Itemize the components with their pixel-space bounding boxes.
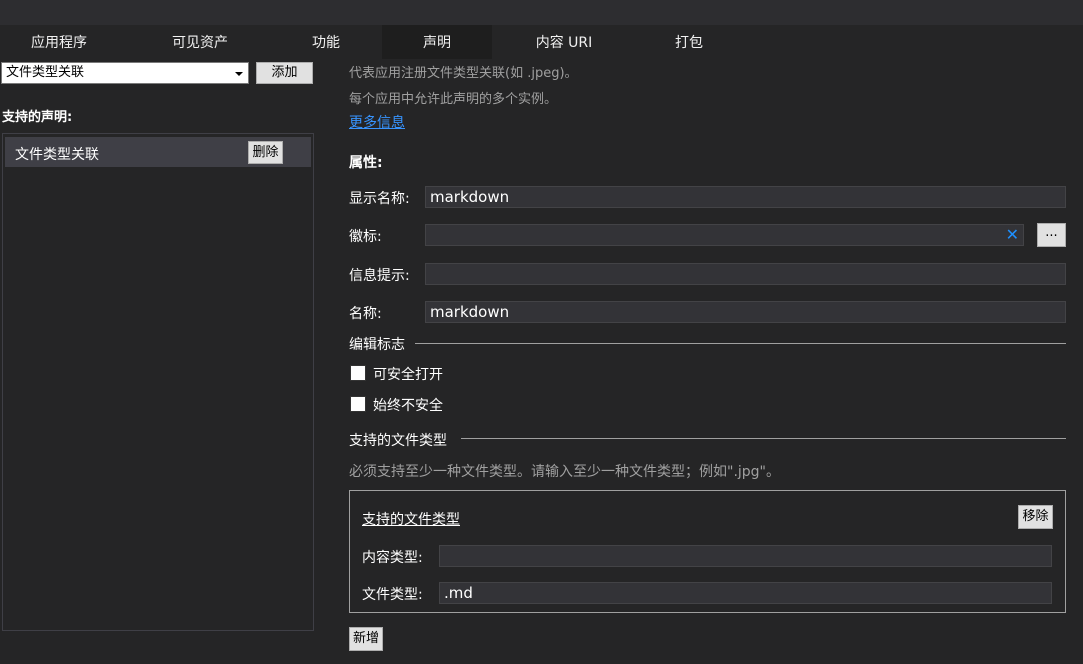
tab-content-uris[interactable]: 内容 URI <box>504 25 624 59</box>
content-type-field[interactable] <box>439 545 1052 567</box>
always-unsafe-label: 始终不安全 <box>373 398 443 414</box>
list-item[interactable]: 文件类型关联 删除 <box>5 137 311 167</box>
tab-strip: 应用程序 可见资产 功能 声明 内容 URI 打包 <box>0 25 1083 59</box>
chevron-down-icon <box>235 72 243 76</box>
display-name-field[interactable]: markdown <box>425 186 1066 208</box>
properties-title: 属性: <box>349 155 383 171</box>
file-type-field[interactable]: .md <box>439 582 1052 604</box>
supported-declarations-list: 文件类型关联 删除 <box>2 133 314 631</box>
open-is-safe-label: 可安全打开 <box>373 367 443 383</box>
content-type-label: 内容类型: <box>362 550 423 566</box>
tab-packaging[interactable]: 打包 <box>644 25 734 59</box>
supported-file-types-divider <box>461 438 1066 439</box>
supported-declarations-title: 支持的声明: <box>2 110 73 125</box>
edit-flags-title: 编辑标志 <box>349 337 405 353</box>
title-bar <box>0 0 1083 25</box>
always-unsafe-checkbox[interactable] <box>350 396 366 412</box>
tab-application[interactable]: 应用程序 <box>0 25 118 59</box>
name-label: 名称: <box>349 306 382 322</box>
name-field[interactable]: markdown <box>425 301 1066 323</box>
open-is-safe-checkbox[interactable] <box>350 365 366 381</box>
remove-button[interactable]: 移除 <box>1018 505 1053 529</box>
file-type-entry-title: 支持的文件类型 <box>362 512 460 528</box>
file-type-entry: 支持的文件类型 移除 内容类型: 文件类型: .md <box>349 490 1066 613</box>
declaration-label: 文件类型关联 <box>15 147 99 163</box>
description-line-1: 代表应用注册文件类型关联(如 .jpeg)。 <box>349 66 578 81</box>
tab-declarations[interactable]: 声明 <box>382 25 492 59</box>
delete-button[interactable]: 删除 <box>248 141 283 164</box>
select-value: 文件类型关联 <box>6 65 85 80</box>
supported-file-types-title: 支持的文件类型 <box>349 433 447 449</box>
info-tip-field[interactable] <box>425 263 1066 285</box>
supported-file-types-hint: 必须支持至少一种文件类型。请输入至少一种文件类型；例如".jpg"。 <box>349 464 780 480</box>
logo-field[interactable]: ✕ <box>425 224 1024 246</box>
display-name-label: 显示名称: <box>349 191 410 207</box>
available-declarations-select[interactable]: 文件类型关联 <box>1 62 249 84</box>
tab-visual-assets[interactable]: 可见资产 <box>130 25 270 59</box>
more-info-link[interactable]: 更多信息 <box>349 112 405 132</box>
add-new-button[interactable]: 新增 <box>349 627 383 651</box>
tab-capabilities[interactable]: 功能 <box>286 25 366 59</box>
edit-flags-divider <box>415 343 1066 344</box>
clear-icon[interactable]: ✕ <box>1006 226 1019 244</box>
description-line-2: 每个应用中允许此声明的多个实例。 <box>349 92 558 107</box>
add-button[interactable]: 添加 <box>256 62 313 84</box>
logo-label: 徽标: <box>349 229 382 245</box>
file-type-label: 文件类型: <box>362 587 423 603</box>
browse-button[interactable]: ... <box>1037 223 1066 247</box>
info-tip-label: 信息提示: <box>349 268 410 284</box>
